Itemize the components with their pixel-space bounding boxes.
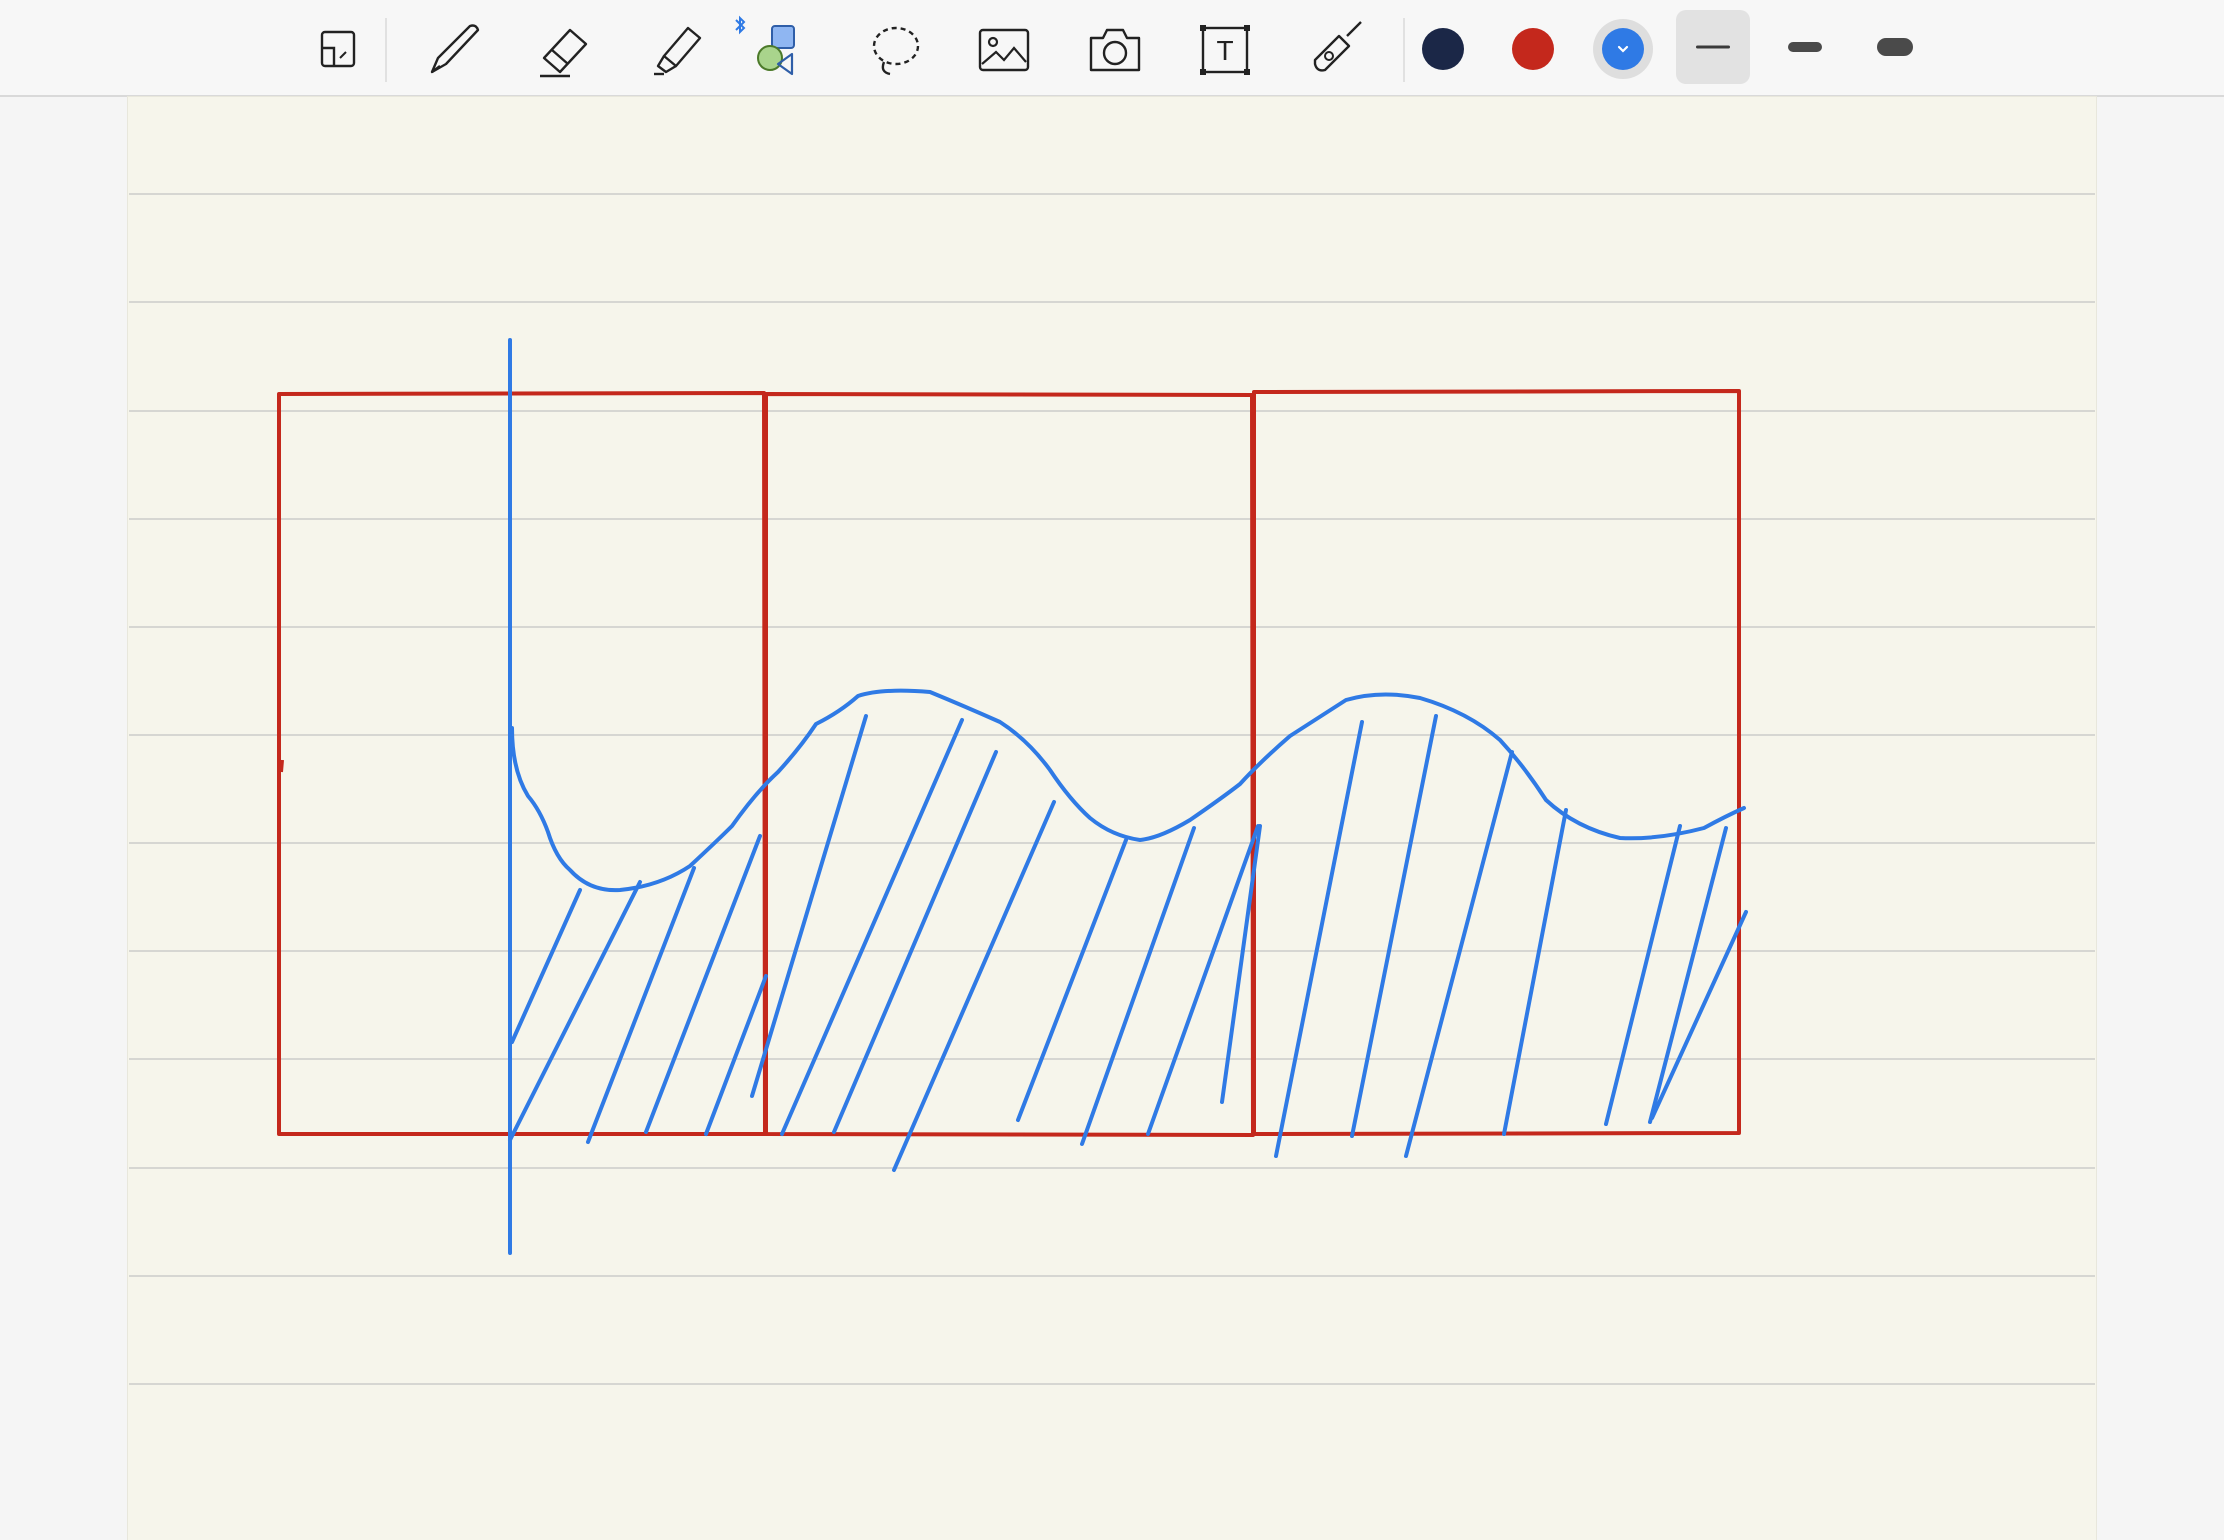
hatch-line [1080,826,1196,1146]
hatch-line [1404,750,1514,1158]
hatch-line [586,866,696,1144]
ink-rectangle-3 [1252,389,1741,1136]
hatch-line [1648,826,1728,1124]
hatch-line [750,714,868,1098]
hatch-line [704,974,768,1136]
blue-ink [508,338,1748,1255]
ink-sine-curve [510,688,1746,893]
drawing-canvas[interactable] [0,0,2224,1540]
ink-rectangle-2 [764,392,1255,1137]
ink-tick-mark [279,759,284,773]
hatch-line [1502,808,1568,1136]
notes-app: T [0,0,2224,1540]
hatch-line [1016,838,1128,1122]
hatch-line [508,880,642,1142]
ink-hatch-lines [508,714,1748,1172]
hatch-line [1146,824,1260,1136]
hatch-line [1274,720,1364,1158]
hatch-line [1650,910,1748,1120]
hatch-line [1350,714,1438,1138]
ruled-lines [129,193,2095,1385]
hatch-line [832,750,998,1134]
hatch-line [892,800,1056,1172]
